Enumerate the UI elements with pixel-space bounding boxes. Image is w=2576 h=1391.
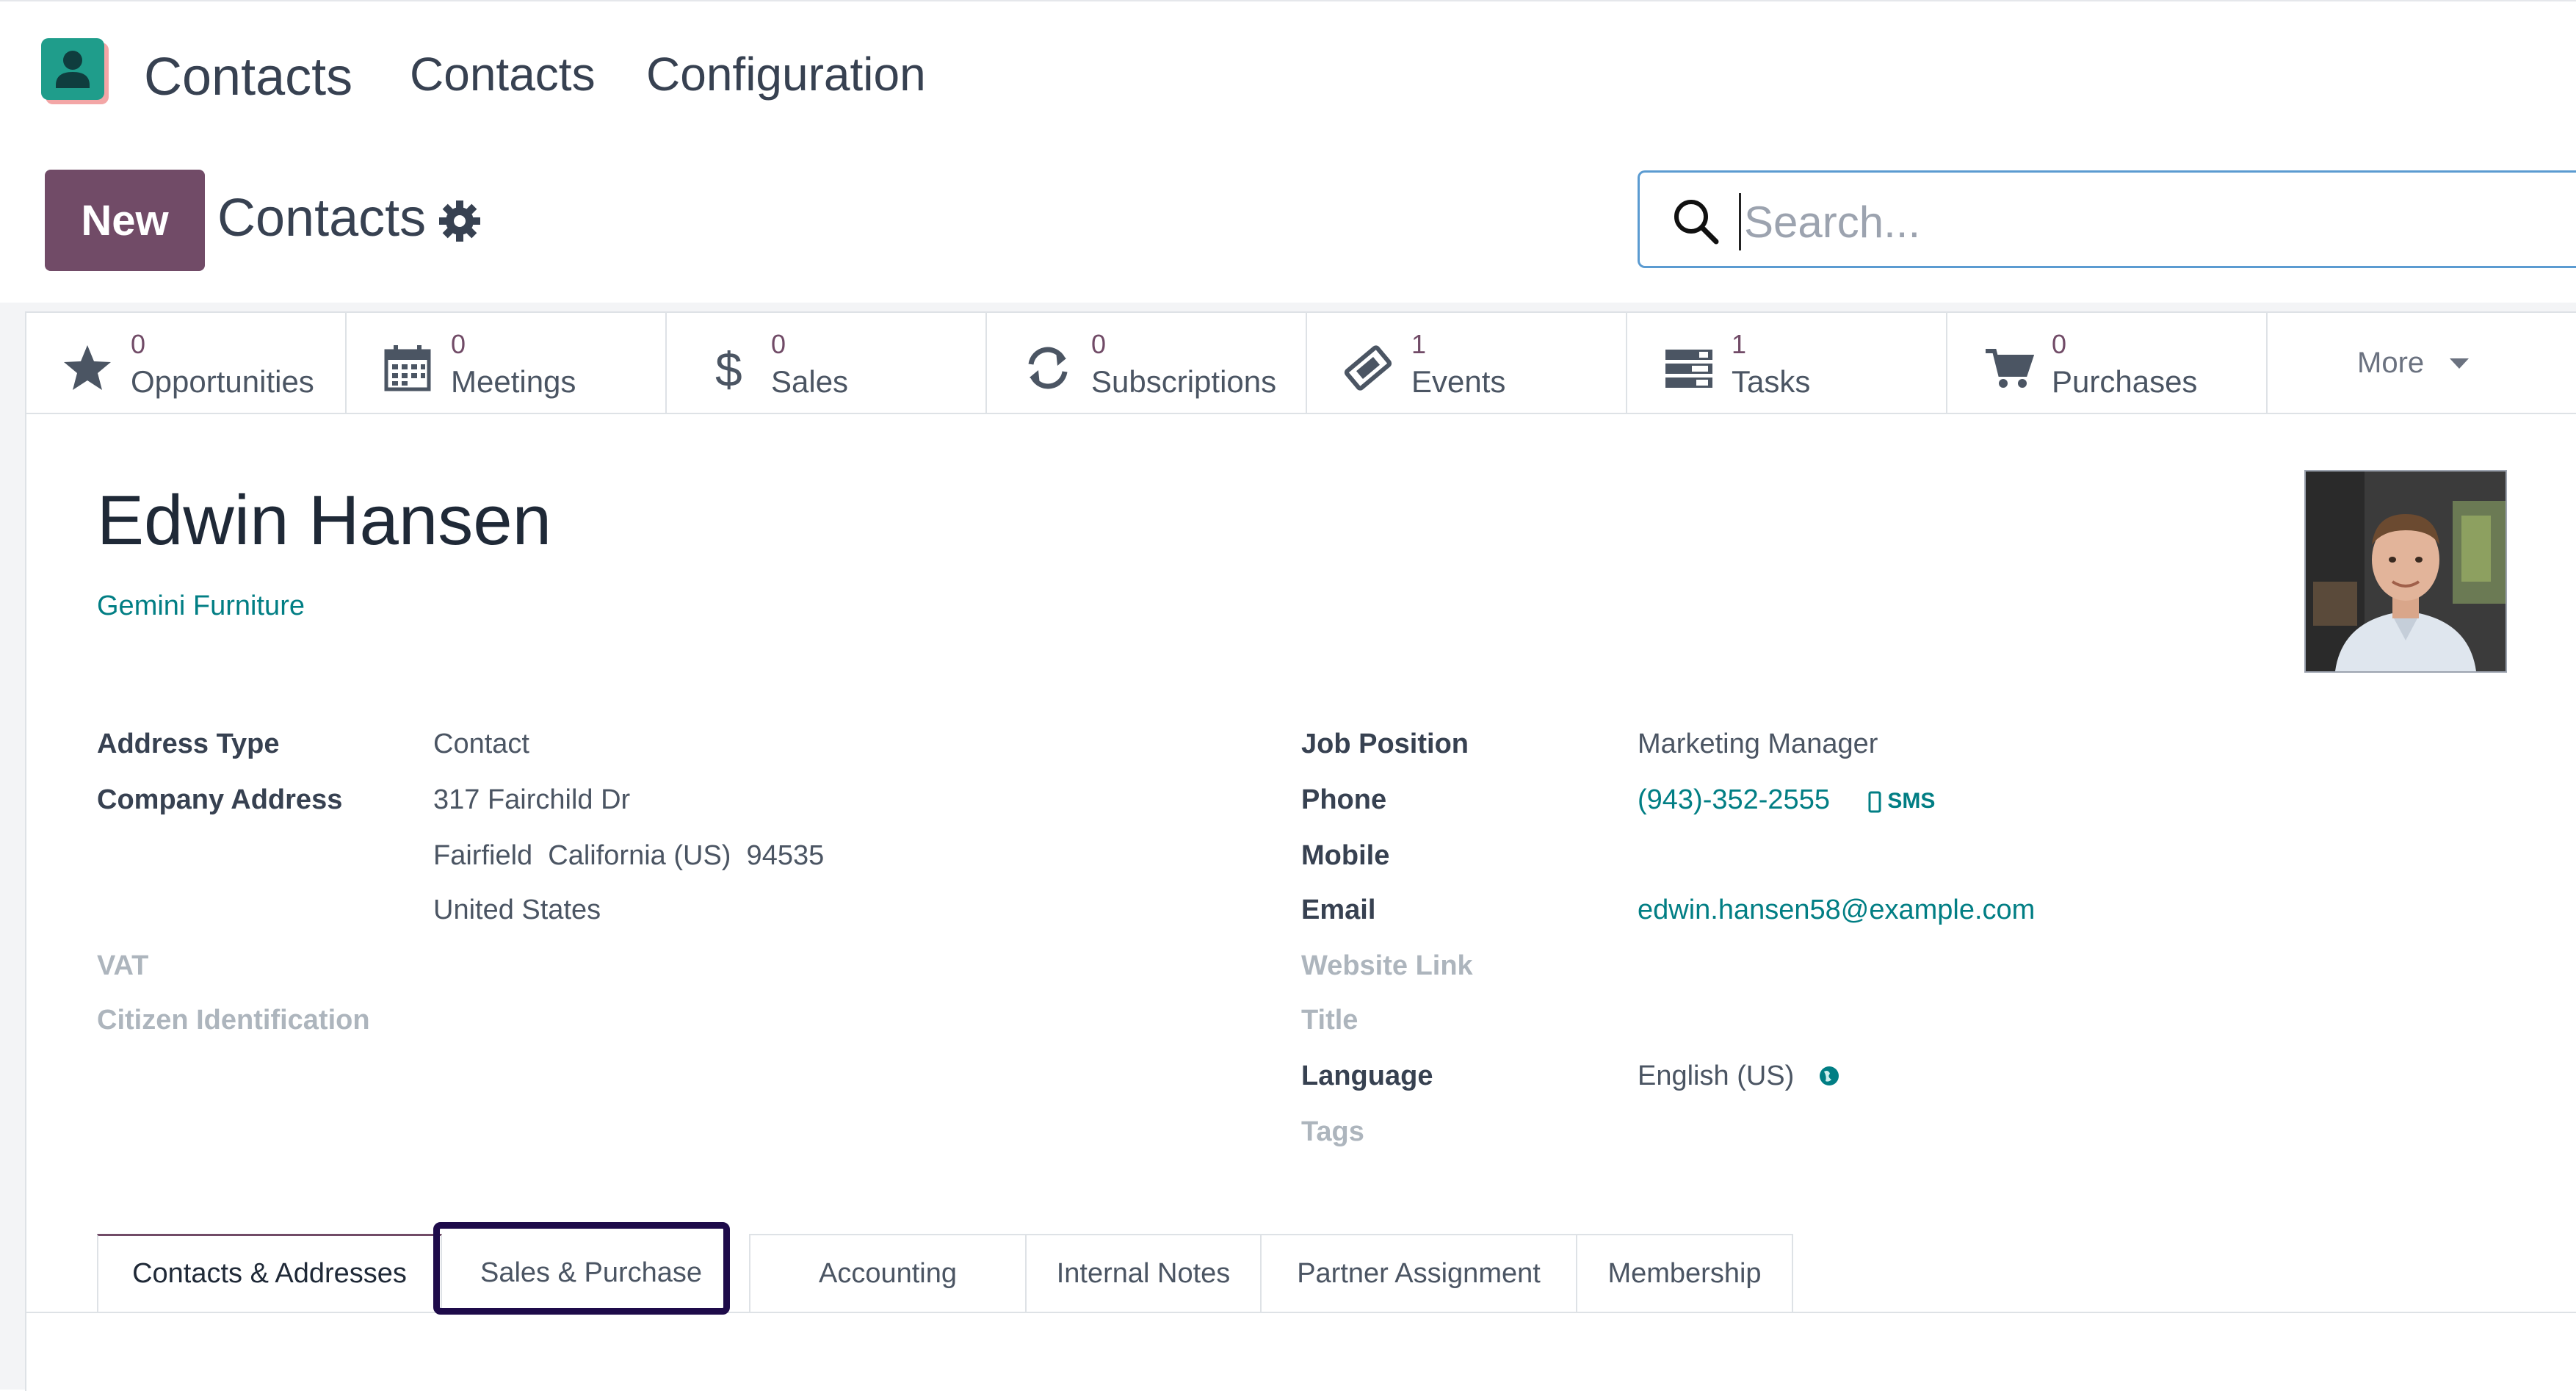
gear-icon[interactable] xyxy=(438,199,482,243)
star-icon xyxy=(62,342,113,394)
contacts-app-logo[interactable] xyxy=(41,38,113,106)
tab-internal-notes[interactable]: Internal Notes xyxy=(1025,1234,1262,1312)
stat-count: 0 xyxy=(451,329,466,359)
dollar-icon: $ xyxy=(702,342,753,397)
svg-text:$: $ xyxy=(715,342,742,394)
tab-membership[interactable]: Membership xyxy=(1576,1234,1793,1312)
vat-label: VAT xyxy=(97,950,149,981)
address-city-state-zip[interactable]: Fairfield California (US) 94535 xyxy=(433,840,824,872)
phone-label: Phone xyxy=(1301,784,1387,815)
app-name[interactable]: Contacts xyxy=(144,47,352,107)
smart-button-purchases[interactable]: 0 Purchases xyxy=(1947,313,2268,413)
stat-count: 0 xyxy=(2052,329,2067,359)
stat-label: Subscriptions xyxy=(1091,364,1277,399)
stat-count: 1 xyxy=(1732,329,1747,359)
stat-label: Opportunities xyxy=(131,364,314,399)
contact-avatar[interactable] xyxy=(2304,470,2507,673)
tab-accounting[interactable]: Accounting xyxy=(749,1234,1027,1312)
job-position-label: Job Position xyxy=(1301,729,1469,759)
stat-label: Sales xyxy=(771,364,849,399)
menu-contacts[interactable]: Contacts xyxy=(410,47,596,101)
top-navbar: Contacts Contacts Configuration xyxy=(0,0,2576,148)
address-country[interactable]: United States xyxy=(433,895,601,926)
tabs-divider xyxy=(26,1312,2576,1313)
stat-count: 0 xyxy=(1091,329,1107,359)
stat-count: 1 xyxy=(1411,329,1427,359)
search-icon[interactable] xyxy=(1669,195,1722,248)
stat-count: 0 xyxy=(771,329,786,359)
stat-label: Events xyxy=(1411,364,1506,399)
tab-partner-assignment[interactable]: Partner Assignment xyxy=(1260,1234,1577,1312)
tab-contacts-addresses[interactable]: Contacts & Addresses xyxy=(97,1234,442,1312)
smart-button-subscriptions[interactable]: 0 Subscriptions xyxy=(987,313,1307,413)
address-street[interactable]: 317 Fairchild Dr xyxy=(433,784,630,816)
contact-name[interactable]: Edwin Hansen xyxy=(97,480,551,561)
sms-label: SMS xyxy=(1887,789,1936,813)
email-value[interactable]: edwin.hansen58@example.com xyxy=(1638,895,2035,926)
smart-button-opportunities[interactable]: 0 Opportunities xyxy=(26,313,347,413)
globe-icon[interactable] xyxy=(1818,1065,1840,1087)
address-type-label: Address Type xyxy=(97,729,280,759)
mobile-label: Mobile xyxy=(1301,840,1390,871)
smart-buttons-bar: 0 Opportunities 0 Meetings $ 0 Sales 0 S… xyxy=(26,313,2576,414)
calendar-icon xyxy=(382,342,433,394)
smart-button-events[interactable]: 1 Events xyxy=(1307,313,1627,413)
search-bar[interactable] xyxy=(1638,170,2576,268)
stat-count: 0 xyxy=(131,329,146,359)
breadcrumb-title[interactable]: Contacts xyxy=(217,188,426,248)
ticket-icon xyxy=(1342,342,1394,394)
stat-label: Meetings xyxy=(451,364,576,399)
stat-label: Purchases xyxy=(2052,364,2198,399)
search-input[interactable] xyxy=(1739,193,2553,250)
smart-button-sales[interactable]: $ 0 Sales xyxy=(667,313,987,413)
new-button[interactable]: New xyxy=(45,170,205,271)
caret-down-icon[interactable] xyxy=(2450,358,2469,369)
highlight-box xyxy=(433,1222,730,1315)
smart-button-meetings[interactable]: 0 Meetings xyxy=(347,313,667,413)
language-value[interactable]: English (US) xyxy=(1638,1061,1794,1092)
sms-button[interactable]: SMS xyxy=(1868,789,1935,814)
language-label: Language xyxy=(1301,1061,1433,1091)
company-link[interactable]: Gemini Furniture xyxy=(97,590,305,622)
email-label: Email xyxy=(1301,895,1376,925)
company-address-label: Company Address xyxy=(97,784,343,815)
website-label: Website Link xyxy=(1301,950,1473,981)
citizen-id-label: Citizen Identification xyxy=(97,1005,370,1036)
mobile-icon xyxy=(1868,791,1881,813)
refresh-icon xyxy=(1022,342,1074,394)
title-label: Title xyxy=(1301,1005,1358,1036)
more-button[interactable]: More xyxy=(2357,347,2424,380)
tags-label: Tags xyxy=(1301,1116,1364,1147)
cart-icon xyxy=(1983,342,2035,394)
address-type-value[interactable]: Contact xyxy=(433,729,529,760)
tasks-icon xyxy=(1663,342,1714,394)
menu-configuration[interactable]: Configuration xyxy=(646,47,926,101)
phone-value[interactable]: (943)-352-2555 xyxy=(1638,784,1830,816)
form-sheet: 0 Opportunities 0 Meetings $ 0 Sales 0 S… xyxy=(25,311,2576,1391)
stat-label: Tasks xyxy=(1732,364,1811,399)
job-position-value[interactable]: Marketing Manager xyxy=(1638,729,1878,760)
smart-button-tasks[interactable]: 1 Tasks xyxy=(1627,313,1947,413)
